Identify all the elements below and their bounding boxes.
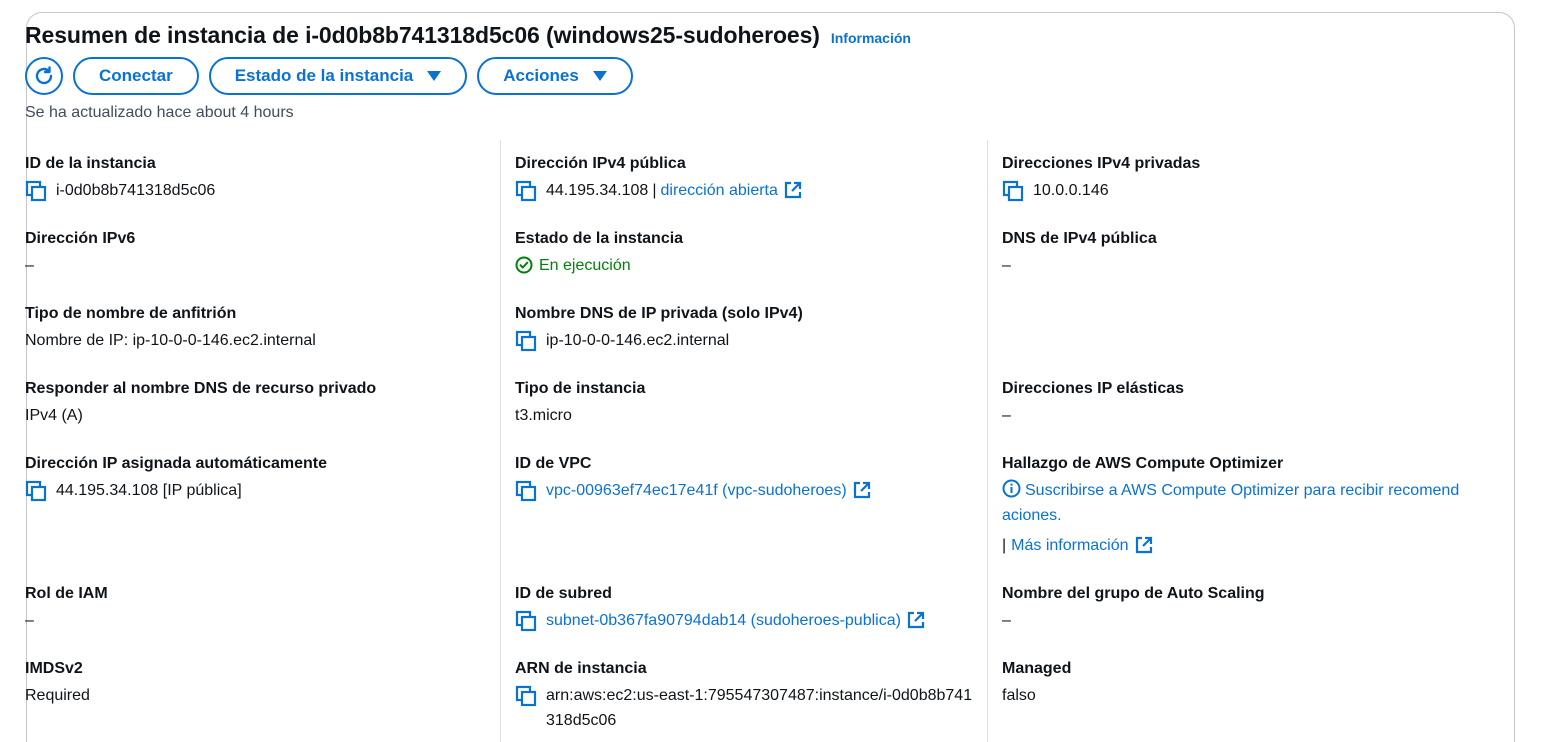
field-hostname-type: Tipo de nombre de anfitrión Nombre de IP… [25, 304, 495, 353]
field-label: Dirección IPv6 [25, 230, 136, 247]
field-label: Tipo de instancia [515, 380, 646, 397]
field-label: Direcciones IP elásticas [1002, 380, 1185, 397]
refresh-button[interactable] [25, 57, 63, 95]
field-label: Estado de la instancia [515, 230, 684, 247]
copy-icon[interactable] [515, 685, 537, 707]
field-asg-name: Nombre del grupo de Auto Scaling – [1002, 584, 1472, 633]
field-iam-role: Rol de IAM – [25, 584, 495, 633]
private-ipv4-value: 10.0.0.146 [1033, 182, 1109, 199]
actions-dropdown[interactable]: Acciones [477, 57, 633, 95]
hostname-type-value: Nombre de IP: ip-10-0-0-146.ec2.internal [25, 332, 316, 349]
field-private-dns: Nombre DNS de IP privada (solo IPv4) ip-… [515, 304, 985, 353]
field-label: ID de la instancia [25, 155, 156, 172]
iam-role-value: – [25, 612, 34, 629]
connect-button[interactable]: Conectar [73, 57, 199, 95]
details-column-2: Dirección IPv4 pública 44.195.34.108 | d… [500, 140, 987, 742]
copy-icon[interactable] [1002, 180, 1024, 202]
field-subnet-id: ID de subred subnet-0b367fa90794dab14 (s… [515, 584, 985, 633]
copy-icon[interactable] [25, 180, 47, 202]
field-label: Dirección IPv4 pública [515, 155, 686, 172]
field-label: Hallazgo de AWS Compute Optimizer [1002, 455, 1284, 472]
instance-type-value: t3.micro [515, 407, 572, 424]
caret-down-icon [427, 71, 442, 81]
external-link-icon[interactable] [784, 181, 802, 199]
field-imdsv2: IMDSv2 Required [25, 659, 495, 708]
field-label: IMDSv2 [25, 660, 83, 677]
private-dns-value: ip-10-0-0-146.ec2.internal [546, 332, 730, 349]
field-private-ipv4: Direcciones IPv4 privadas 10.0.0.146 [1002, 154, 1472, 203]
details-column-3: Direcciones IPv4 privadas 10.0.0.146 DNS… [987, 140, 1474, 742]
field-label: Managed [1002, 660, 1072, 677]
resource-dns-value: IPv4 (A) [25, 407, 83, 424]
field-label: Direcciones IPv4 privadas [1002, 155, 1201, 172]
actions-label: Acciones [503, 66, 579, 85]
auto-ip-value: 44.195.34.108 [IP pública] [56, 482, 242, 499]
compute-optimizer-subscribe-link[interactable]: Suscribirse a AWS Compute Optimizer para… [1002, 482, 1459, 524]
field-label: Rol de IAM [25, 585, 108, 602]
external-link-icon[interactable] [853, 481, 871, 499]
last-updated-text: Se ha actualizado hace about 4 hours [25, 104, 294, 121]
field-label: ID de subred [515, 585, 612, 602]
copy-icon[interactable] [515, 480, 537, 502]
copy-icon[interactable] [515, 180, 537, 202]
header: Resumen de instancia de i-0d0b8b741318d5… [25, 22, 911, 49]
external-link-icon[interactable] [1135, 536, 1153, 554]
separator: | [1002, 537, 1007, 554]
external-link-icon[interactable] [907, 611, 925, 629]
instance-state-value: En ejecución [539, 257, 631, 274]
field-label: Responder al nombre DNS de recurso priva… [25, 380, 377, 397]
field-vpc-id: ID de VPC vpc-00963ef74ec17e41f (vpc-sud… [515, 454, 985, 503]
more-info-link[interactable]: Más información [1011, 533, 1128, 558]
managed-value: falso [1002, 687, 1036, 704]
field-instance-type: Tipo de instancia t3.micro [515, 379, 985, 428]
field-label: DNS de IPv4 pública [1002, 230, 1157, 247]
action-toolbar: Conectar Estado de la instancia Acciones [25, 57, 643, 95]
copy-icon[interactable] [25, 480, 47, 502]
copy-icon[interactable] [515, 330, 537, 352]
caret-down-icon [592, 71, 607, 81]
refresh-icon [35, 66, 53, 85]
field-label: Tipo de nombre de anfitrión [25, 305, 237, 322]
field-managed: Managed falso [1002, 659, 1472, 708]
page-title: Resumen de instancia de i-0d0b8b741318d5… [25, 22, 820, 48]
vpc-id-link[interactable]: vpc-00963ef74ec17e41f (vpc-sudoheroes) [546, 478, 847, 503]
field-label: Dirección IP asignada automáticamente [25, 455, 328, 472]
field-label: ID de VPC [515, 455, 592, 472]
field-elastic-ip: Direcciones IP elásticas – [1002, 379, 1472, 428]
field-label: Nombre del grupo de Auto Scaling [1002, 585, 1265, 602]
public-dns-value: – [1002, 257, 1011, 274]
field-public-dns: DNS de IPv4 pública – [1002, 229, 1472, 278]
instance-arn-value: arn:aws:ec2:us-east-1:795547307487:insta… [546, 687, 973, 729]
field-ipv6: Dirección IPv6 – [25, 229, 495, 278]
info-circle-icon [1002, 479, 1021, 498]
elastic-ip-value: – [1002, 407, 1011, 424]
copy-icon[interactable] [515, 610, 537, 632]
instance-state-label: Estado de la instancia [234, 66, 414, 85]
details-column-1: ID de la instancia i-0d0b8b741318d5c06 D… [25, 140, 512, 742]
field-label: ARN de instancia [515, 660, 647, 677]
instance-id-value: i-0d0b8b741318d5c06 [56, 182, 216, 199]
field-instance-arn: ARN de instancia arn:aws:ec2:us-east-1:7… [515, 659, 985, 733]
field-public-ipv4: Dirección IPv4 pública 44.195.34.108 | d… [515, 154, 985, 203]
public-ipv4-value: 44.195.34.108 [546, 182, 649, 199]
open-address-link[interactable]: dirección abierta [660, 178, 777, 203]
separator: | [652, 182, 657, 199]
imdsv2-value: Required [25, 687, 90, 704]
field-instance-id: ID de la instancia i-0d0b8b741318d5c06 [25, 154, 495, 203]
ipv6-value: – [25, 257, 34, 274]
info-link[interactable]: Información [831, 30, 911, 46]
check-circle-icon [515, 256, 533, 274]
field-label: Nombre DNS de IP privada (solo IPv4) [515, 305, 803, 322]
instance-state-dropdown[interactable]: Estado de la instancia [208, 57, 468, 95]
subnet-id-link[interactable]: subnet-0b367fa90794dab14 (sudoheroes-pub… [546, 608, 901, 633]
field-resource-dns: Responder al nombre DNS de recurso priva… [25, 379, 495, 428]
field-auto-ip: Dirección IP asignada automáticamente 44… [25, 454, 495, 503]
field-compute-optimizer: Hallazgo de AWS Compute Optimizer Suscri… [1002, 454, 1467, 558]
asg-name-value: – [1002, 612, 1011, 629]
connect-button-label: Conectar [99, 66, 173, 85]
field-instance-state: Estado de la instancia En ejecución [515, 229, 985, 278]
